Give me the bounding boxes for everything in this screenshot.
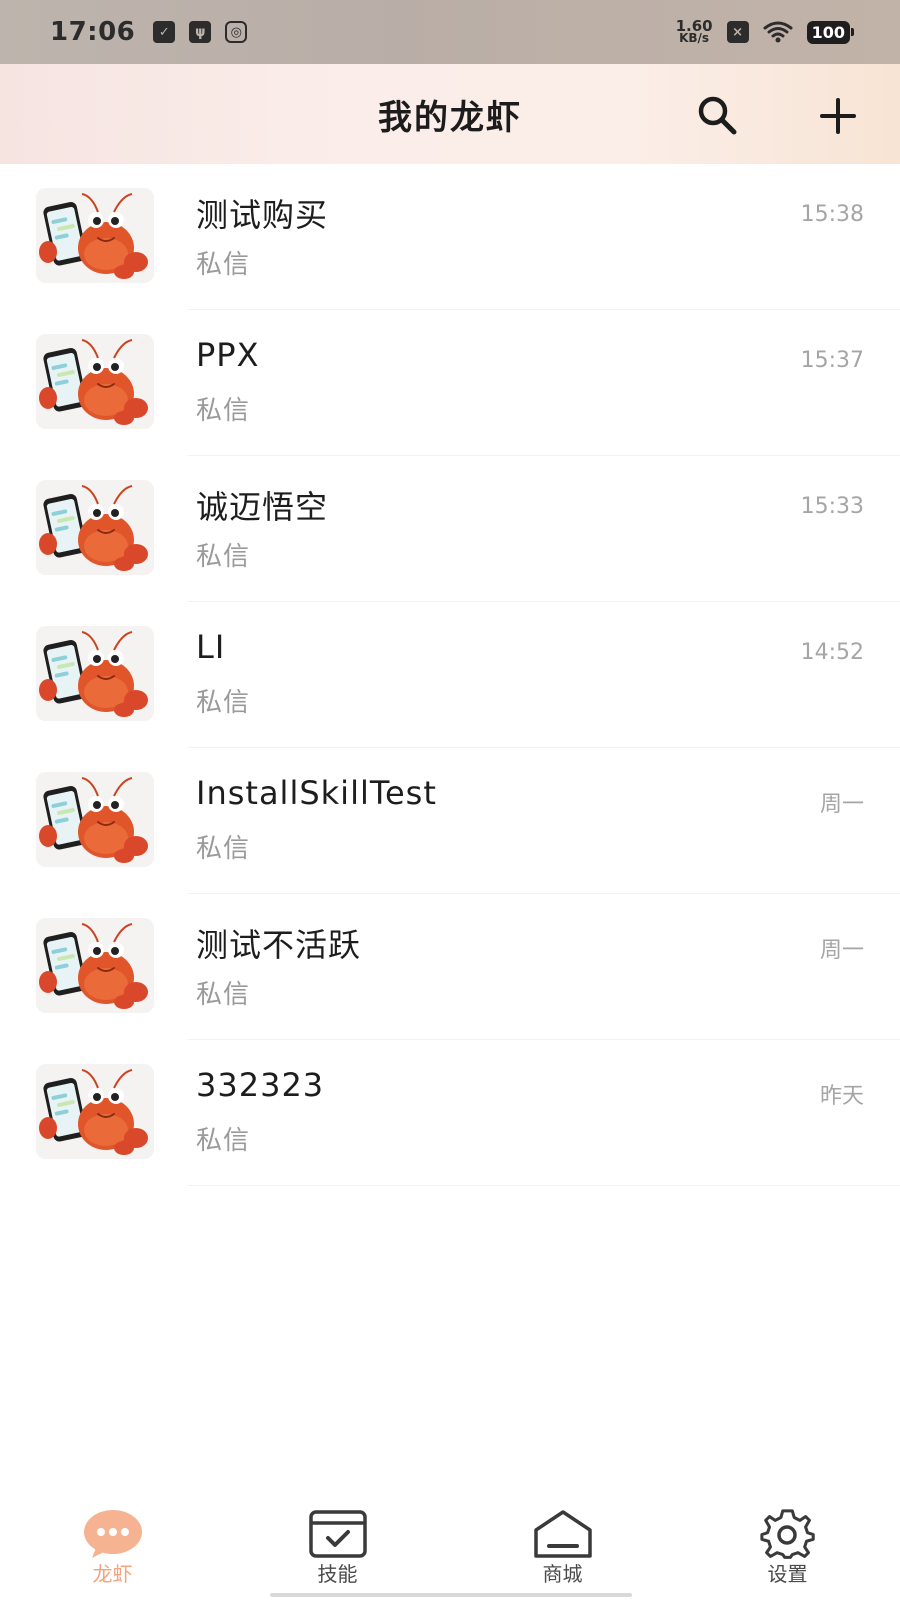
lobster-avatar-icon [36,334,154,429]
nav-item-settings[interactable]: 设置 [675,1496,900,1600]
lobster-avatar-icon [36,772,154,867]
plus-icon[interactable] [814,92,862,140]
chat-subtitle: 私信 [196,980,251,1010]
net-speed-unit: KB/s [679,31,710,45]
chat-name: PPX [196,336,260,374]
status-right: 1.60 KB/s × 100 [676,19,855,45]
chat-time: 15:33 [800,494,864,519]
chat-time: 昨天 [819,1084,864,1109]
home-indicator [270,1593,632,1597]
lobster-avatar-icon [36,480,154,575]
chat-list-item[interactable]: LI 私信 14:52 [0,602,900,748]
nav-label-store: 商城 [542,1562,583,1586]
lobster-avatar[interactable] [36,1064,154,1159]
lobster-avatar[interactable] [36,626,154,721]
lobster-avatar[interactable] [36,334,154,429]
search-icon[interactable] [694,92,742,140]
message-check-icon: ✓ [153,21,176,43]
app-header: 我的龙虾 [0,64,900,164]
chat-name: LI [196,628,226,666]
nav-label-lobster: 龙虾 [92,1562,133,1586]
chat-subtitle: 私信 [196,1126,251,1156]
page-title: 我的龙虾 [378,97,522,138]
chat-name: InstallSkillTest [196,774,437,812]
lobster-avatar[interactable] [36,918,154,1013]
chat-name: 测试不活跃 [196,926,362,964]
lobster-avatar[interactable] [36,480,154,575]
chat-name: 诚迈悟空 [196,488,329,526]
wifi-icon [763,21,793,43]
chat-subtitle: 私信 [196,396,251,426]
net-speed: 1.60 KB/s [676,19,713,45]
nav-item-skills[interactable]: 技能 [225,1496,450,1600]
chat-bubble-icon [82,1506,144,1562]
lobster-avatar-icon [36,918,154,1013]
chat-time: 周一 [819,792,864,817]
nav-label-skills: 技能 [317,1562,358,1586]
chat-list-item[interactable]: InstallSkillTest 私信 周一 [0,748,900,894]
chat-name: 测试购买 [196,196,329,234]
status-left-icons: ✓ ψ ◎ [153,21,248,43]
chat-list-item[interactable]: 332323 私信 昨天 [0,1040,900,1186]
chat-time: 15:38 [800,202,864,227]
gear-icon [757,1506,819,1562]
lobster-avatar-icon [36,188,154,283]
chat-list-item[interactable]: PPX 私信 15:37 [0,310,900,456]
chat-subtitle: 私信 [196,250,251,280]
nav-item-lobster[interactable]: 龙虾 [0,1496,225,1600]
battery-icon: 100 [806,20,855,44]
chat-list-item[interactable]: 测试不活跃 私信 周一 [0,894,900,1040]
skill-window-icon [307,1506,369,1562]
lobster-avatar-icon [36,1064,154,1159]
lobster-avatar[interactable] [36,188,154,283]
screen-record-icon: ◎ [225,21,248,43]
chat-list-item[interactable]: 诚迈悟空 私信 15:33 [0,456,900,602]
bottom-nav: 龙虾 技能 商城 设置 [0,1496,900,1600]
chat-time: 14:52 [800,640,864,665]
chat-subtitle: 私信 [196,688,251,718]
store-icon [532,1506,594,1562]
chat-name: 332323 [196,1066,325,1104]
nav-label-settings: 设置 [767,1562,808,1586]
sim-off-icon: × [726,21,749,43]
nav-item-store[interactable]: 商城 [450,1496,675,1600]
chat-subtitle: 私信 [196,542,251,572]
usb-icon: ψ [189,21,212,43]
lobster-avatar-icon [36,626,154,721]
chat-time: 15:37 [800,348,864,373]
chat-list: 测试购买 私信 15:38 PPX 私信 15:37 诚迈悟空 私信 15:33… [0,164,900,1186]
status-bar: 17:06 ✓ ψ ◎ 1.60 KB/s × 100 [0,0,900,64]
chat-list-item[interactable]: 测试购买 私信 15:38 [0,164,900,310]
status-time: 17:06 [50,17,136,47]
lobster-avatar[interactable] [36,772,154,867]
chat-subtitle: 私信 [196,834,251,864]
chat-time: 周一 [819,938,864,963]
